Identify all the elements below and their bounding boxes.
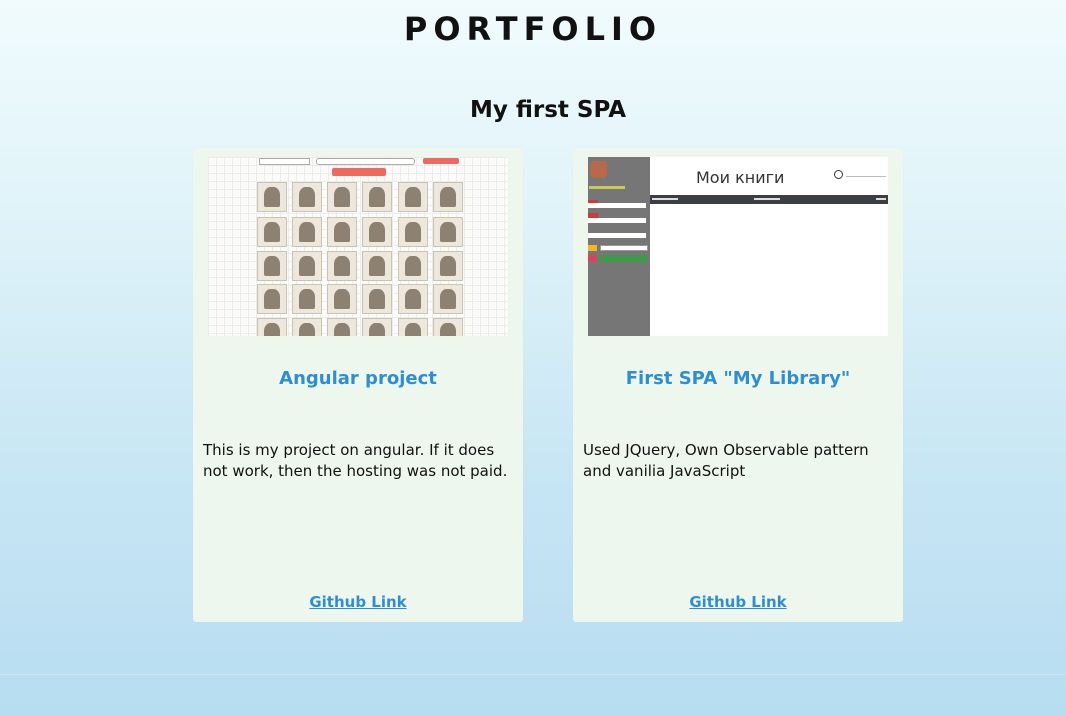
thumbnail-image-tile — [257, 182, 287, 212]
thumbnail-image-tile — [292, 318, 322, 336]
thumbnail-table-header — [650, 195, 888, 204]
project-card-angular: Angular project This is my project on an… — [193, 148, 523, 622]
thumbnail-image-tile — [433, 217, 463, 247]
thumbnail-image-tile — [362, 217, 392, 247]
project-thumbnail-library[interactable]: Мои книги — [588, 157, 888, 336]
thumbnail-search-line — [846, 176, 886, 177]
thumbnail-image-tile — [398, 182, 428, 212]
page-title: PORTFOLIO — [403, 10, 663, 48]
project-description: This is my project on angular. If it doe… — [203, 441, 508, 480]
thumbnail-image-tile — [398, 251, 428, 281]
thumbnail-image-tile — [398, 318, 428, 336]
thumbnail-image-tile — [398, 284, 428, 314]
thumbnail-input — [588, 203, 646, 208]
thumbnail-image-tile — [292, 182, 322, 212]
thumbnail-image-tile — [292, 284, 322, 314]
thumbnail-image-tile — [433, 251, 463, 281]
thumbnail-image-tile — [292, 251, 322, 281]
github-link[interactable]: Github Link — [573, 593, 903, 611]
thumbnail-image-tile — [257, 251, 287, 281]
project-thumbnail-angular[interactable] — [208, 157, 508, 336]
project-title: Angular project — [279, 368, 437, 389]
thumbnail-button — [332, 168, 386, 176]
thumbnail-button — [423, 158, 459, 164]
thumbnail-image-tile — [292, 217, 322, 247]
thumbnail-image-tile — [433, 284, 463, 314]
thumbnail-image-tile — [327, 217, 357, 247]
project-title: First SPA "My Library" — [625, 368, 851, 389]
thumbnail-image-tile — [257, 217, 287, 247]
thumbnail-input — [588, 233, 646, 238]
thumbnail-select — [259, 158, 310, 165]
thumbnail-image-tile — [327, 284, 357, 314]
thumbnail-heading: Мои книги — [696, 168, 785, 187]
thumbnail-sidebar — [588, 157, 650, 336]
thumbnail-color-swatch — [588, 245, 597, 251]
thumbnail-image-tile — [398, 217, 428, 247]
thumbnail-color-swatch — [588, 255, 597, 262]
thumbnail-search — [316, 158, 415, 165]
thumbnail-image-tile — [257, 318, 287, 336]
thumbnail-background — [208, 157, 508, 336]
thumbnail-button — [600, 245, 648, 251]
thumbnail-input — [588, 218, 646, 223]
github-link[interactable]: Github Link — [193, 593, 523, 611]
thumbnail-image-tile — [362, 318, 392, 336]
thumbnail-button — [599, 255, 648, 262]
project-card-library: Мои книги First SPA "My Library" Used JQ… — [573, 148, 903, 622]
thumbnail-image-tile — [327, 318, 357, 336]
thumbnail-image-tile — [257, 284, 287, 314]
thumbnail-image-tile — [433, 318, 463, 336]
footer-divider — [0, 674, 1066, 675]
project-description: Used JQuery, Own Observable pattern and … — [583, 441, 869, 480]
thumbnail-logo-icon — [590, 161, 607, 178]
thumbnail-image-tile — [433, 182, 463, 212]
thumbnail-image-tile — [327, 182, 357, 212]
thumbnail-image-tile — [362, 284, 392, 314]
thumbnail-image-tile — [362, 251, 392, 281]
search-icon — [834, 170, 843, 179]
thumbnail-image-tile — [327, 251, 357, 281]
thumbnail-image-tile — [362, 182, 392, 212]
thumbnail-label — [589, 186, 625, 189]
section-title: My first SPA — [469, 97, 627, 123]
